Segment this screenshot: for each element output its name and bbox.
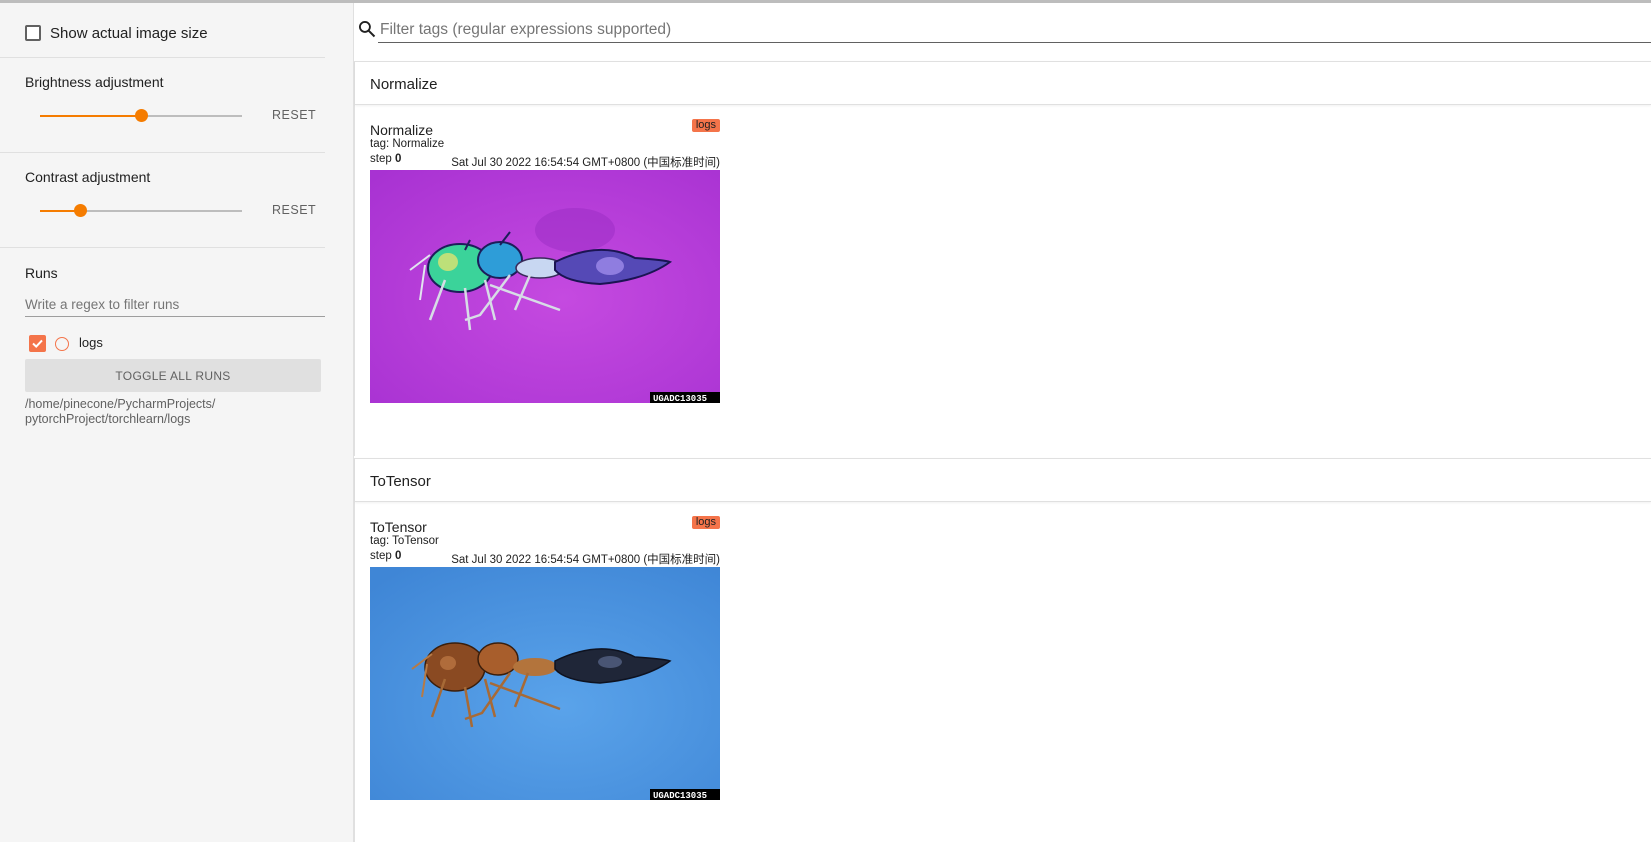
run-logs-label: logs xyxy=(79,335,103,350)
card-timestamp: Sat Jul 30 2022 16:54:54 GMT+0800 (中国标准时… xyxy=(451,157,720,169)
slider-fill xyxy=(40,115,141,117)
check-icon xyxy=(32,339,43,349)
brightness-reset-button[interactable]: RESET xyxy=(264,102,324,128)
search-icon xyxy=(359,21,376,38)
watermark-text: UGADC13035 xyxy=(653,791,707,800)
step-value: 0 xyxy=(394,550,402,562)
run-chip: logs xyxy=(691,516,720,529)
tag-group-totensor: ToTensor ToTensor logs tag: ToTensor ste… xyxy=(354,458,1651,842)
normalized-ant-image[interactable]: UGADC13035 xyxy=(370,170,720,403)
show-actual-size-label: Show actual image size xyxy=(50,25,208,42)
run-logs-checkbox[interactable] xyxy=(29,335,46,352)
run-chip: logs xyxy=(691,119,720,132)
card-title: ToTensor xyxy=(370,519,427,535)
card-title: Normalize xyxy=(370,122,434,138)
tag-group-normalize: Normalize Normalize logs tag: Normalize … xyxy=(354,61,1651,456)
slider-thumb[interactable] xyxy=(135,109,148,122)
card-timestamp: Sat Jul 30 2022 16:54:54 GMT+0800 (中国标准时… xyxy=(451,554,720,566)
contrast-title: Contrast adjustment xyxy=(25,169,151,185)
divider xyxy=(0,247,325,248)
brightness-slider[interactable] xyxy=(40,108,242,124)
logdir-line: /home/pinecone/PycharmProjects/ xyxy=(25,397,216,411)
group-header[interactable]: ToTensor xyxy=(355,458,1651,502)
ant-image[interactable]: UGADC13035 xyxy=(370,567,720,800)
group-title: Normalize xyxy=(370,76,438,93)
contrast-reset-button[interactable]: RESET xyxy=(264,197,324,223)
card-tag: tag: ToTensor xyxy=(370,535,439,547)
watermark-text: UGADC13035 xyxy=(653,394,707,403)
image-card: ToTensor logs tag: ToTensor step 0 Sat J… xyxy=(370,516,720,809)
contrast-slider[interactable] xyxy=(40,203,242,219)
logdir-path: /home/pinecone/PycharmProjects/ pytorchP… xyxy=(25,397,305,427)
brightness-title: Brightness adjustment xyxy=(25,74,164,90)
runs-filter-input[interactable] xyxy=(25,293,325,317)
divider xyxy=(0,57,325,58)
step-label: step xyxy=(370,550,392,562)
group-title: ToTensor xyxy=(370,473,431,490)
run-color-circle-icon[interactable] xyxy=(55,337,69,351)
logdir-line: pytorchProject/torchlearn/logs xyxy=(25,412,191,426)
step-value: 0 xyxy=(394,153,402,165)
toggle-all-runs-button[interactable]: TOGGLE ALL RUNS xyxy=(25,359,321,392)
card-step: step 0 xyxy=(370,153,401,165)
tag-filter-input[interactable] xyxy=(378,17,1651,43)
slider-thumb[interactable] xyxy=(74,204,88,217)
divider xyxy=(0,152,325,153)
card-step: step 0 xyxy=(370,550,401,562)
show-actual-size-checkbox[interactable] xyxy=(25,25,41,41)
sidebar: Show actual image size Brightness adjust… xyxy=(0,3,354,842)
image-card: Normalize logs tag: Normalize step 0 Sat… xyxy=(370,119,720,412)
card-tag: tag: Normalize xyxy=(370,138,445,150)
step-label: step xyxy=(370,153,392,165)
group-header[interactable]: Normalize xyxy=(355,61,1651,105)
runs-title: Runs xyxy=(25,265,58,281)
